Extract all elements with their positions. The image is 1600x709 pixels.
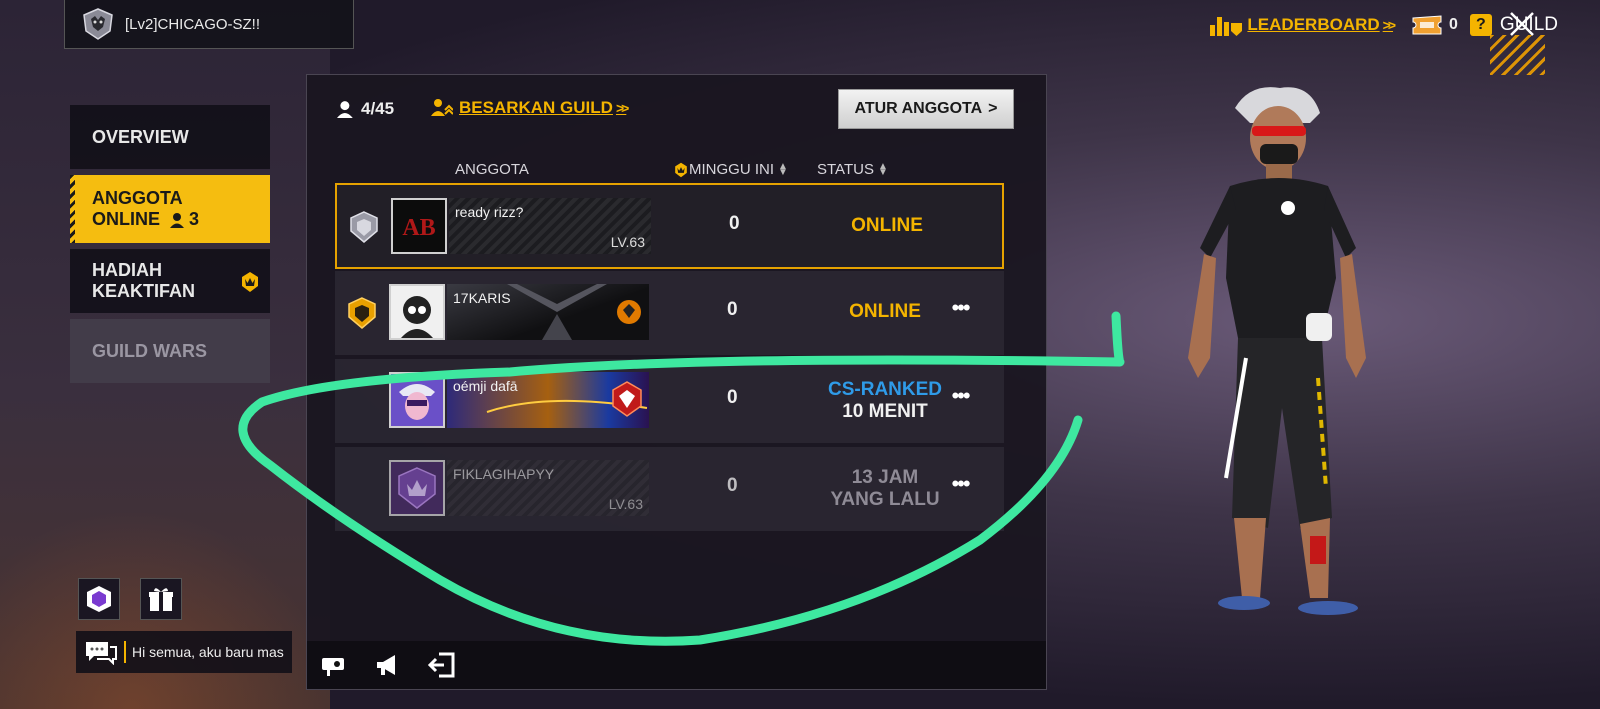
- member-level: LV.63: [608, 496, 643, 512]
- chat-icon: [86, 642, 117, 665]
- crown-icon: [675, 162, 687, 177]
- more-options-icon[interactable]: •••: [945, 473, 975, 499]
- column-member-label: ANGGOTA: [455, 161, 529, 178]
- player-tag[interactable]: [Lv2]CHICAGO-SZ!!: [64, 0, 354, 49]
- grow-guild-link[interactable]: BESARKAN GUILD >>: [431, 98, 629, 118]
- megaphone-icon[interactable]: [373, 650, 403, 680]
- sidebar-item-online-members[interactable]: ANGGOTA ONLINE 3: [70, 175, 270, 243]
- label-line-2: ONLINE: [92, 209, 161, 229]
- label-line-1: ANGGOTA: [92, 188, 183, 208]
- avatar-image: [391, 374, 443, 426]
- sidebar-item-label: ANGGOTA ONLINE 3: [92, 188, 199, 230]
- member-row[interactable]: 17KARIS 0 ONLINE •••: [335, 271, 1004, 355]
- sidebar-item-label: HADIAH KEAKTIFAN: [92, 260, 195, 302]
- sidebar-item-guild-wars[interactable]: GUILD WARS: [70, 319, 270, 383]
- column-status-label: STATUS: [817, 161, 874, 178]
- column-this-week-label: MINGGU INI: [689, 161, 774, 178]
- avatar[interactable]: [389, 284, 445, 340]
- member-name: oémji dafā: [453, 378, 518, 394]
- member-name: 17KARIS: [453, 290, 511, 306]
- sidebar: OVERVIEW ANGGOTA ONLINE 3 HADIAH KEAKTIF…: [70, 105, 270, 389]
- member-count-value: 4/45: [361, 99, 395, 118]
- panel-footer: [307, 641, 1046, 689]
- members-icon: [337, 101, 353, 118]
- svg-text:AB: AB: [402, 215, 435, 241]
- member-row[interactable]: AB ready rizz? LV.63 0 ONLINE: [335, 183, 1004, 269]
- member-banner: FIKLAGIHAPYY LV.63: [447, 460, 649, 516]
- camera-icon[interactable]: [319, 650, 349, 680]
- close-icon[interactable]: [1504, 6, 1540, 42]
- sort-icon: ▲ ▼: [877, 160, 888, 178]
- sort-icon: ▲ ▼: [778, 160, 788, 178]
- sidebar-item-overview[interactable]: OVERVIEW: [70, 105, 270, 169]
- online-count: 3: [189, 209, 200, 229]
- member-banner: ready rizz? LV.63: [449, 198, 651, 254]
- member-row[interactable]: oémji dafā 0 CS-RANKED 10 MENIT •••: [335, 359, 1004, 443]
- manage-members-button[interactable]: ATUR ANGGOTA >: [838, 89, 1014, 129]
- ticket-counter: 0: [1411, 14, 1458, 36]
- guild-emblem-icon: [83, 8, 113, 40]
- chat-message: Hi semua, aku baru mas: [132, 644, 284, 660]
- gift-icon: [149, 588, 173, 611]
- members-icon: [170, 212, 186, 229]
- chevron-right-icon: >: [988, 100, 998, 117]
- guild-shop-button[interactable]: [78, 578, 120, 620]
- member-name: FIKLAGIHAPYY: [453, 466, 555, 482]
- more-options-icon[interactable]: •••: [945, 297, 975, 323]
- sidebar-item-activity-rewards[interactable]: HADIAH KEAKTIFAN: [70, 249, 270, 313]
- gift-button[interactable]: [140, 578, 182, 620]
- sidebar-item-label: OVERVIEW: [92, 126, 189, 147]
- chevron-right-icon: >>: [1382, 17, 1396, 33]
- column-member: ANGGOTA: [455, 161, 529, 178]
- member-banner: 17KARIS: [447, 284, 649, 340]
- avatar[interactable]: [389, 460, 445, 516]
- member-week-score: 0: [727, 387, 738, 408]
- member-count: 4/45: [337, 99, 394, 119]
- sidebar-item-label: GUILD WARS: [92, 340, 207, 361]
- member-level: LV.63: [610, 234, 645, 250]
- chat-separator: [124, 641, 126, 663]
- leaderboard-link[interactable]: LEADERBOARD >>: [1209, 13, 1396, 37]
- member-status: ONLINE: [851, 215, 923, 236]
- grow-guild-icon: [431, 99, 453, 116]
- avatar[interactable]: AB: [391, 198, 447, 254]
- label-line-2: KEAKTIFAN: [92, 281, 195, 301]
- leader-badge-icon: [350, 211, 378, 243]
- avatar[interactable]: [389, 372, 445, 428]
- leaderboard-icon: [1210, 17, 1243, 36]
- question-icon: ?: [1469, 14, 1492, 36]
- members-panel: 4/45 BESARKAN GUILD >> ATUR ANGGOTA > AN…: [306, 74, 1047, 690]
- chevron-right-icon: >>: [615, 100, 629, 116]
- avatar-image: [391, 462, 443, 514]
- member-name: ready rizz?: [455, 204, 524, 220]
- avatar-image: [391, 286, 443, 338]
- ticket-icon: [1412, 15, 1442, 35]
- avatar-image: AB: [393, 200, 445, 252]
- ticket-count: 0: [1449, 16, 1458, 33]
- leaderboard-label: LEADERBOARD: [1247, 15, 1380, 34]
- player-name: [Lv2]CHICAGO-SZ!!: [125, 15, 261, 33]
- guild-shop-icon: [87, 586, 111, 612]
- officer-badge-icon: [348, 297, 376, 329]
- label-line-1: HADIAH: [92, 260, 162, 280]
- panel-header: 4/45 BESARKAN GUILD >> ATUR ANGGOTA >: [307, 75, 1046, 145]
- member-week-score: 0: [729, 213, 740, 234]
- manage-members-label: ATUR ANGGOTA: [854, 100, 983, 117]
- crown-icon: [242, 272, 258, 292]
- member-week-score: 0: [727, 475, 738, 496]
- grow-guild-label: BESARKAN GUILD: [459, 98, 613, 117]
- column-status[interactable]: STATUS ▲ ▼: [817, 161, 888, 178]
- member-banner: oémji dafā: [447, 372, 649, 428]
- member-row[interactable]: FIKLAGIHAPYY LV.63 0 13 JAM YANG LALU ••…: [335, 447, 1004, 531]
- top-right-bar: LEADERBOARD >> 0 ? GUILD: [1209, 0, 1600, 50]
- column-this-week[interactable]: MINGGU INI ▲ ▼: [673, 161, 788, 178]
- more-options-icon[interactable]: •••: [945, 385, 975, 411]
- player-character: [1188, 87, 1366, 615]
- exit-icon[interactable]: [427, 650, 457, 680]
- member-week-score: 0: [727, 299, 738, 320]
- chat-preview[interactable]: Hi semua, aku baru mas: [76, 631, 292, 673]
